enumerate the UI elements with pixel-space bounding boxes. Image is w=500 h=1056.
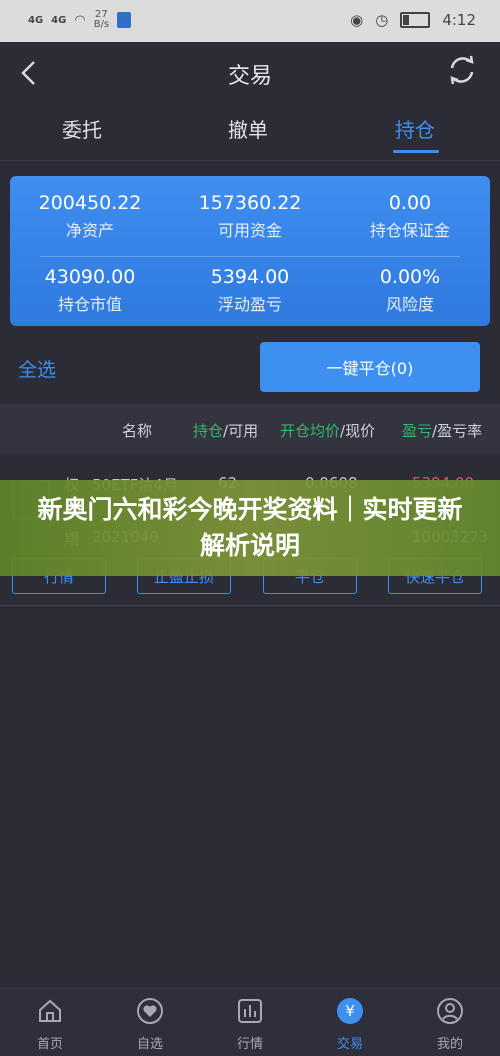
- col-avg-price: 开仓均价/现价: [280, 422, 376, 440]
- account-summary-card: 200450.22 净资产 157360.22 可用资金 0.00 持仓保证金 …: [10, 176, 490, 326]
- nav-profile[interactable]: 我的: [410, 997, 490, 1052]
- user-icon: [437, 998, 463, 1024]
- back-button[interactable]: [14, 56, 44, 90]
- top-navbar: 交易: [0, 42, 500, 104]
- col-name: 名称: [122, 422, 153, 440]
- battery-icon: [400, 12, 431, 28]
- refresh-icon: [450, 55, 474, 85]
- floating-pnl: 5394.00 浮动盈亏: [210, 266, 290, 314]
- card-divider: [40, 256, 460, 257]
- one-click-close-button[interactable]: 一键平仓(0): [260, 342, 480, 392]
- nav-trade[interactable]: ¥ 交易: [310, 997, 390, 1052]
- signal-indicator-1: 4G: [28, 14, 44, 26]
- trade-tabs: 委托 撤单 持仓: [0, 104, 500, 161]
- nav-market[interactable]: 行情: [210, 997, 290, 1052]
- active-tab-indicator: [393, 150, 439, 153]
- col-position: 持仓/可用: [193, 422, 259, 440]
- eye-icon: ◉: [350, 11, 364, 29]
- bottom-navigation: 首页 自选 行情 ¥ 交易 我的: [0, 988, 500, 1056]
- network-speed: 27 B/s: [93, 9, 110, 30]
- yen-icon: ¥: [337, 998, 363, 1024]
- page-title: 交易: [227, 64, 272, 89]
- chart-icon: [238, 999, 262, 1023]
- alarm-icon: ◷: [375, 11, 389, 29]
- svg-text:¥: ¥: [345, 1002, 355, 1020]
- status-time: 4:12: [442, 11, 476, 29]
- wifi-icon: ◠: [74, 12, 86, 28]
- tab-orders[interactable]: 委托: [62, 114, 102, 143]
- heart-icon: [137, 998, 163, 1024]
- home-icon: [39, 999, 61, 1022]
- available-funds: 157360.22 可用资金: [198, 192, 302, 240]
- net-assets: 200450.22 净资产: [38, 192, 142, 240]
- col-pnl: 盈亏/盈亏率: [402, 422, 483, 440]
- shield-icon: [117, 12, 132, 28]
- refresh-button[interactable]: [444, 52, 480, 88]
- position-margin: 0.00 持仓保证金: [369, 192, 450, 240]
- overlay-banner: 新奥门六和彩今晚开奖资料｜实时更新解析说明: [0, 480, 500, 576]
- tab-positions[interactable]: 持仓: [395, 114, 435, 143]
- risk-level: 0.00% 风险度: [379, 266, 441, 314]
- chevron-left-icon: [21, 61, 35, 85]
- position-value: 43090.00 持仓市值: [44, 266, 136, 314]
- tab-cancel[interactable]: 撤单: [228, 114, 268, 143]
- select-all-button[interactable]: 全选: [18, 355, 56, 382]
- positions-table-header: 名称 持仓/可用 开仓均价/现价 盈亏/盈亏率: [0, 404, 500, 454]
- nav-favorites[interactable]: 自选: [110, 997, 190, 1052]
- nav-home[interactable]: 首页: [10, 997, 90, 1052]
- signal-indicator-2: 4G: [51, 14, 67, 26]
- status-bar: 4G 4G ◠ 27 B/s ◉ ◷ 4:12: [0, 0, 500, 42]
